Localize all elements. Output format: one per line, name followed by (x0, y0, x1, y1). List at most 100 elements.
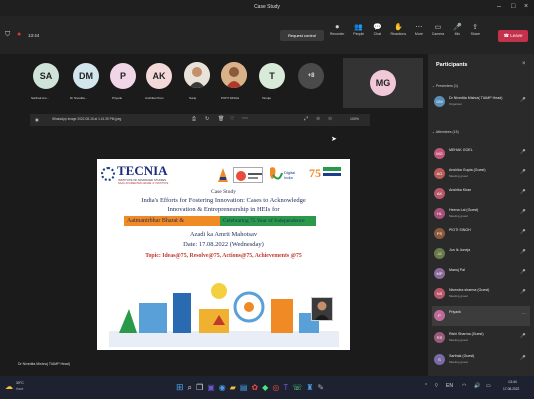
chevron-up-icon[interactable]: ⌃ (424, 383, 428, 389)
participant-name: Dr Nivedita... (70, 96, 88, 100)
participant-row[interactable]: DM Dr Nivedita Mishra( TIAMP Head) Organ… (432, 92, 530, 112)
participant-avatar[interactable]: AK (146, 63, 172, 89)
windows-taskbar: ☁ 30°C Haze ⊞ ⌕ ❐ ▣ ◉ ▰ ▤ ✿ ◆ ◎ T ☏ ♜ ✎ … (0, 376, 534, 399)
participant-avatar[interactable]: P (110, 63, 136, 89)
participant-row-selected[interactable]: P Priyank ⋯ (432, 306, 530, 326)
delete-icon[interactable]: 🗑 (218, 116, 224, 122)
participant-row[interactable]: S Sarthak (Guest) Meeting guest 🎤 (432, 350, 530, 370)
participant-name: Anshika Gupta (Guest) (449, 168, 486, 172)
slide-heading-line2: Innovation & Entrepreneurship in HEIs fo… (167, 206, 280, 213)
search-icon[interactable]: ⌕ (188, 383, 192, 393)
share-icon: ⇪ (472, 24, 479, 31)
teams-icon[interactable]: T (283, 383, 288, 392)
minimize-icon[interactable]: – (497, 3, 501, 10)
participant-row[interactable]: NS Nivendra sharma (Guest) Meeting guest… (432, 284, 530, 304)
more-options-icon[interactable]: ⋯ (522, 311, 527, 317)
participant-avatar: PS (434, 228, 445, 239)
heart-icon[interactable]: ♡ (230, 116, 234, 122)
edge-icon[interactable]: ◉ (219, 383, 226, 392)
participant-avatar: HL (434, 208, 445, 219)
participant-row[interactable]: MP Manoj Pal 🎤 (432, 264, 530, 284)
participant-avatar: RS (434, 332, 445, 343)
mic-off-icon: 🎤 (520, 355, 526, 360)
participant-avatar[interactable]: T (259, 63, 285, 89)
participant-role: Organiser (449, 102, 463, 106)
reactions-icon: ✋ (393, 24, 403, 31)
more-options-icon[interactable]: ⋯ (242, 115, 248, 122)
chrome-icon[interactable]: ◎ (272, 383, 279, 392)
more-button[interactable]: ⋯ More (415, 24, 423, 50)
share-button[interactable]: ⇪ Share (471, 24, 480, 50)
person-photo-icon (221, 62, 247, 88)
zoom-in-icon[interactable]: ⊕ (316, 116, 320, 122)
task-view-icon[interactable]: ❐ (196, 383, 203, 392)
mic-off-icon: 🎤 (520, 209, 526, 214)
slide-heading-line1: India's Efforts for Fostering Innovation… (141, 197, 306, 204)
participant-name: Sarthak (Guest) (449, 354, 475, 358)
presenters-header[interactable]: ⌄ Presenters (1) (432, 84, 458, 88)
whatsapp-icon[interactable]: ☏ (292, 383, 302, 392)
battery-icon[interactable]: ▭ (486, 383, 491, 389)
people-button[interactable]: 👥 People (353, 24, 364, 50)
file-explorer-icon[interactable]: ▰ (230, 383, 236, 392)
teams-chat-icon[interactable]: ▣ (207, 383, 215, 392)
camera-button[interactable]: ▭ Camera (432, 24, 444, 50)
participant-avatar: AK (434, 188, 445, 199)
print-icon[interactable]: ⎙ (192, 116, 196, 122)
app-icon[interactable]: ✿ (251, 383, 258, 392)
clock-date[interactable]: 17-08-2022 (503, 387, 519, 391)
close-icon[interactable]: × (524, 3, 528, 10)
request-control-button[interactable]: Request control (280, 30, 324, 41)
shield-icon: ⛉ (5, 31, 11, 38)
participant-photo[interactable] (221, 62, 247, 88)
app-icon[interactable]: ✎ (317, 383, 324, 392)
participant-row[interactable]: RS Rishi Sharma (Guest) Meeting guest 🎤 (432, 328, 530, 348)
mic-icon: 🎤 (520, 97, 526, 102)
tecnia-logo-text: TECNIA (117, 163, 168, 178)
shared-filename: WhatsApp Image 2022-08-15 at 1.41.39 PM.… (52, 117, 122, 121)
mic-button[interactable]: 🎤 Mic (453, 24, 462, 50)
store-icon[interactable]: ▤ (240, 383, 248, 392)
recorder-button[interactable]: ⏺ Recorder (330, 24, 344, 50)
participant-row[interactable]: JJ Jun Ik Juneja 🎤 (432, 244, 530, 264)
svg-text:75: 75 (309, 166, 321, 180)
participant-row[interactable]: MG MEHAK GOEL 🎤 (432, 144, 530, 164)
clock-time[interactable]: 13:44 (508, 380, 517, 384)
participant-photo[interactable] (184, 62, 210, 88)
participant-row[interactable]: HL Heena Lal (Guest) Meeting guest 🎤 (432, 204, 530, 224)
participant-avatar[interactable]: DM (73, 63, 99, 89)
shared-slide: TECNIA INSTITUTE OF ADVANCED STUDIES NAA… (97, 159, 350, 350)
expand-icon[interactable]: ⤢ (304, 116, 308, 122)
participant-avatar: NS (434, 288, 445, 299)
app-icon[interactable]: ♜ (306, 383, 313, 392)
chat-button[interactable]: 💬 Chat (373, 24, 382, 50)
app-icon[interactable]: ◆ (262, 383, 268, 392)
close-panel-icon[interactable]: × (522, 61, 526, 67)
camera-icon: ▭ (434, 24, 442, 31)
speaker-icon[interactable]: 🔊 (474, 383, 480, 389)
weather-icon[interactable]: ☁ (5, 382, 13, 391)
participant-avatar: S (434, 354, 445, 365)
mic-off-icon: 🎤 (520, 189, 526, 194)
wifi-icon[interactable]: ◠ (462, 383, 466, 389)
participant-row[interactable]: AK Anshika Khan 🎤 (432, 184, 530, 204)
participant-avatar[interactable]: SA (33, 63, 59, 89)
maximize-icon[interactable]: □ (511, 3, 515, 10)
reactions-button[interactable]: ✋ Reactions (391, 24, 407, 50)
network-icon[interactable]: ⌔ (434, 383, 439, 389)
participant-row[interactable]: PS PIOTI SINGH 🎤 (432, 224, 530, 244)
zoom-level: 100% (350, 117, 359, 121)
participants-panel: Participants × ⌄ Presenters (1) DM Dr Ni… (428, 54, 534, 376)
language-icon[interactable]: EN (446, 383, 453, 389)
zoom-out-icon[interactable]: ⊖ (328, 116, 332, 122)
self-avatar: MG (370, 70, 396, 96)
more-participants-badge[interactable]: +8 (298, 63, 324, 89)
windows-start-icon[interactable]: ⊞ (176, 382, 184, 393)
attendees-header[interactable]: ⌄ Attendees (15) (432, 130, 459, 134)
leave-button[interactable]: ☎ Leave (498, 30, 528, 42)
shared-content-bar: ▣ WhatsApp Image 2022-08-15 at 1.41.39 P… (30, 114, 370, 126)
participant-role: Meeting guest (449, 338, 468, 342)
rotate-icon[interactable]: ↻ (205, 116, 209, 122)
participant-row[interactable]: AG Anshika Gupta (Guest) Meeting guest 🎤 (432, 164, 530, 184)
taskbar-apps: ⊞ ⌕ ❐ ▣ ◉ ▰ ▤ ✿ ◆ ◎ T ☏ ♜ ✎ (176, 380, 376, 395)
